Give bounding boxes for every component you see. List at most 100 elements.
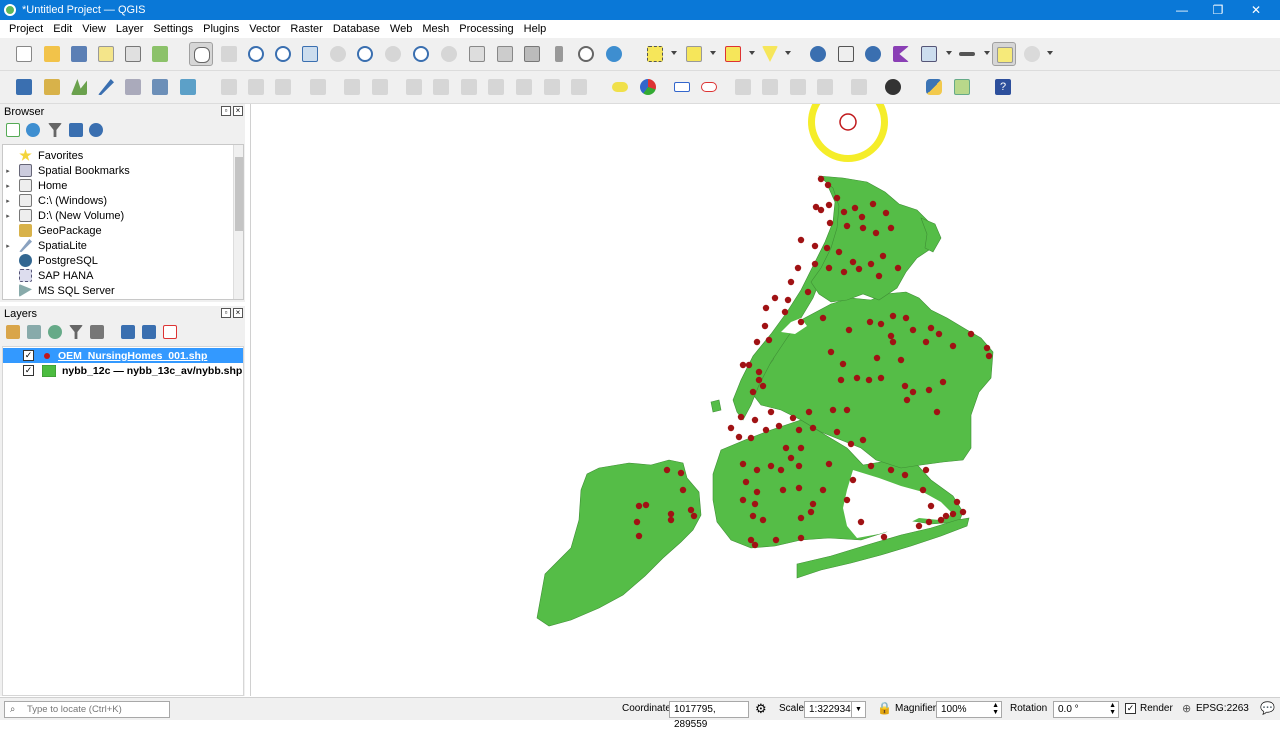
label-properties-icon[interactable] <box>847 75 871 99</box>
manage-map-themes-icon[interactable] <box>48 325 62 339</box>
menu-layer[interactable]: Layer <box>111 23 149 35</box>
save-project-icon[interactable] <box>67 42 91 66</box>
filter-browser-icon[interactable] <box>48 123 62 137</box>
layer-diagram-icon[interactable] <box>636 75 660 99</box>
locator-dropdown-icon[interactable] <box>1047 51 1053 55</box>
add-mesh-layer-icon[interactable] <box>148 75 172 99</box>
close-button[interactable]: ✕ <box>1238 0 1274 20</box>
calculator-dropdown-icon[interactable] <box>946 51 952 55</box>
new-bookmark-icon[interactable] <box>520 42 544 66</box>
remove-layer-icon[interactable] <box>163 325 177 339</box>
select-features-icon[interactable] <box>643 42 667 66</box>
browser-item-bookmarks[interactable]: ▸ Spatial Bookmarks <box>3 163 243 178</box>
menu-settings[interactable]: Settings <box>148 23 198 35</box>
maximize-button[interactable]: ❐ <box>1200 0 1236 20</box>
select-dropdown-icon[interactable] <box>671 51 677 55</box>
data-source-manager-icon[interactable] <box>12 75 36 99</box>
spin-arrows-icon[interactable]: ▲ ▼ <box>1109 702 1116 716</box>
layer-item-nybb[interactable]: ✓ nybb_12c — nybb_13c_av/nybb.shp <box>3 363 243 378</box>
menu-view[interactable]: View <box>77 23 111 35</box>
render-checkbox[interactable]: ✓ <box>1125 703 1136 714</box>
zoom-next-icon[interactable] <box>437 42 461 66</box>
close-panel-icon[interactable]: × <box>233 106 243 116</box>
zoom-to-selection-icon[interactable] <box>326 42 350 66</box>
pan-map-icon[interactable] <box>189 42 213 66</box>
temporal-controller-icon[interactable] <box>574 42 598 66</box>
gps-tracking-icon[interactable] <box>881 75 905 99</box>
menu-database[interactable]: Database <box>328 23 385 35</box>
pin-labels-icon[interactable] <box>670 75 694 99</box>
zoom-out-icon[interactable] <box>271 42 295 66</box>
help-contents-icon[interactable]: ? <box>991 75 1015 99</box>
layer-item-nursing-homes[interactable]: ✓ OEM_NursingHomes_001.shp <box>3 348 243 363</box>
browser-item-geopackage[interactable]: GeoPackage <box>3 223 243 238</box>
browser-item-favorites[interactable]: Favorites <box>3 148 243 163</box>
layer-visibility-checkbox[interactable]: ✓ <box>23 350 34 361</box>
measure-line-icon[interactable] <box>955 42 979 66</box>
identify-features-icon[interactable] <box>806 42 830 66</box>
filter-by-expression-icon[interactable] <box>90 325 104 339</box>
digitize-icon[interactable] <box>94 75 118 99</box>
zoom-last-icon[interactable] <box>409 42 433 66</box>
new-geopackage-layer-icon[interactable] <box>40 75 64 99</box>
add-raster-layer-icon[interactable] <box>176 75 200 99</box>
open-project-icon[interactable] <box>40 42 64 66</box>
browser-item-sap-hana[interactable]: SAP HANA <box>3 268 243 283</box>
messages-icon[interactable]: 💬 <box>1260 701 1275 715</box>
deselect-dropdown-icon[interactable] <box>749 51 755 55</box>
undo-icon[interactable] <box>512 75 536 99</box>
add-vector-layer-icon[interactable] <box>67 75 91 99</box>
style-manager-icon[interactable] <box>148 42 172 66</box>
modify-attributes-icon[interactable] <box>368 75 392 99</box>
new-print-layout-icon[interactable] <box>94 42 118 66</box>
browser-item-spatialite[interactable]: ▸ SpatiaLite <box>3 238 243 253</box>
browser-scrollbar[interactable] <box>233 145 243 299</box>
toggle-extents-icon[interactable]: ⚙ <box>755 701 767 717</box>
enable-properties-icon[interactable] <box>89 123 103 137</box>
zoom-native-icon[interactable] <box>381 42 405 66</box>
processing-toolbox-icon[interactable] <box>861 42 885 66</box>
menu-help[interactable]: Help <box>519 23 552 35</box>
menu-web[interactable]: Web <box>385 23 417 35</box>
locator-icon[interactable] <box>1020 42 1044 66</box>
select-value-dropdown-icon[interactable] <box>710 51 716 55</box>
vertex-tool-icon[interactable] <box>340 75 364 99</box>
add-delimited-text-icon[interactable] <box>121 75 145 99</box>
current-edits-icon[interactable] <box>217 75 241 99</box>
float-panel-icon[interactable]: ▫ <box>221 308 231 318</box>
show-hide-labels-icon[interactable] <box>813 75 837 99</box>
refresh-icon[interactable] <box>602 42 626 66</box>
browser-item-mssql[interactable]: MS SQL Server <box>3 283 243 298</box>
rotate-label-icon[interactable] <box>758 75 782 99</box>
redo-2-icon[interactable] <box>567 75 591 99</box>
layout-manager-icon[interactable] <box>121 42 145 66</box>
select-by-value-icon[interactable] <box>682 42 706 66</box>
measure-dropdown-icon[interactable] <box>984 51 990 55</box>
lock-scale-icon[interactable]: 🔒 <box>877 701 892 715</box>
filter-legend-icon[interactable] <box>69 325 83 339</box>
menu-vector[interactable]: Vector <box>244 23 285 35</box>
paste-features-icon[interactable] <box>484 75 508 99</box>
delete-selected-icon[interactable] <box>402 75 426 99</box>
copy-features-icon[interactable] <box>457 75 481 99</box>
redo-icon[interactable] <box>540 75 564 99</box>
label-tool-icon[interactable] <box>608 75 632 99</box>
menu-processing[interactable]: Processing <box>454 23 518 35</box>
change-label-icon[interactable] <box>786 75 810 99</box>
rotation-spinbox[interactable]: 0.0 ° ▲ ▼ <box>1053 701 1119 718</box>
coordinate-field[interactable]: 1017795, 289559 <box>669 701 749 730</box>
menu-raster[interactable]: Raster <box>285 23 327 35</box>
menu-plugins[interactable]: Plugins <box>198 23 244 35</box>
attribute-table-icon[interactable] <box>834 42 858 66</box>
new-project-icon[interactable] <box>12 42 36 66</box>
menu-edit[interactable]: Edit <box>48 23 77 35</box>
crs-status[interactable]: EPSG:2263 <box>1196 703 1249 714</box>
new-map-view-icon[interactable] <box>465 42 489 66</box>
magnifier-spinbox[interactable]: 100% ▲ ▼ <box>936 701 1002 718</box>
zoom-in-icon[interactable] <box>244 42 268 66</box>
crs-globe-icon[interactable]: ⊕ <box>1182 702 1191 715</box>
scale-field[interactable]: 1:322934 ▼ <box>804 701 866 718</box>
select-location-icon[interactable] <box>758 42 782 66</box>
map-view[interactable] <box>251 82 1280 696</box>
browser-item-c-drive[interactable]: ▸ C:\ (Windows) <box>3 193 243 208</box>
